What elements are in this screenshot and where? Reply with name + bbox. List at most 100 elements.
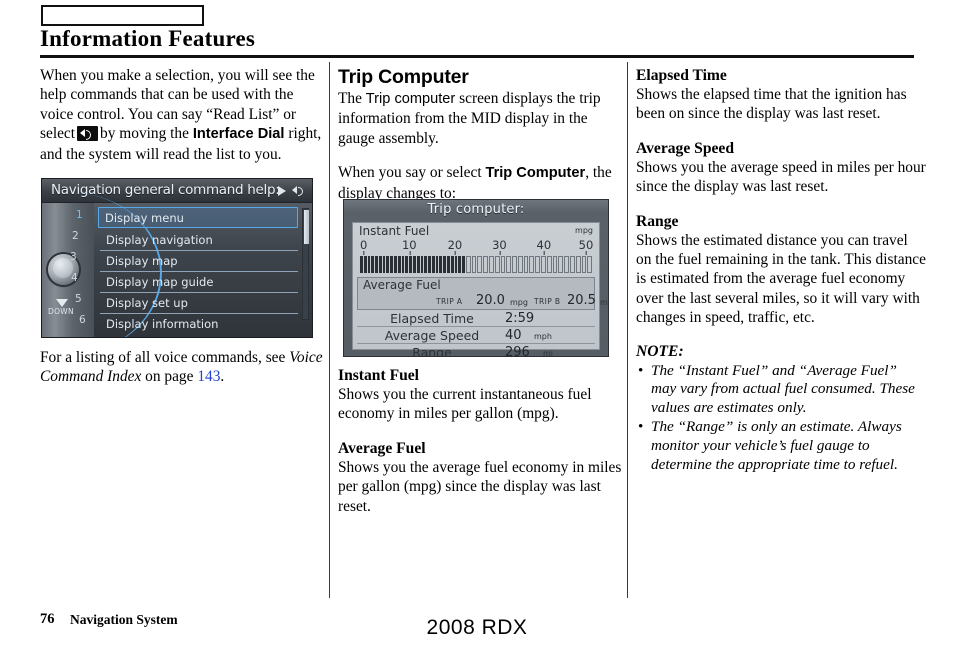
fuel-bar-segment — [435, 256, 439, 273]
fuel-bar-segment — [564, 256, 569, 273]
fuel-bar-segment — [394, 256, 397, 273]
average-speed-unit: mph — [534, 332, 552, 341]
fuel-bar-segment — [386, 256, 390, 273]
average-speed-row: Average Speed 40 mph — [357, 328, 595, 344]
fuel-bar-segment — [412, 256, 416, 273]
average-speed-label: Average Speed — [384, 328, 480, 343]
fuel-bar-segment — [363, 256, 367, 273]
trip-b-label: TRIP B — [534, 297, 561, 306]
fuel-bar-segment — [431, 256, 435, 273]
axis-tick-30: 30 — [492, 238, 507, 255]
header-tab-box — [41, 5, 204, 26]
fuel-bar-segment — [552, 256, 558, 273]
nav-screen-number-column: 1 2 3 4 5 6 — [42, 203, 94, 337]
note-list-item: The “Instant Fuel” and “Average Fuel” ma… — [636, 362, 926, 418]
tc-p2-part1: When you say or select — [338, 164, 482, 182]
fuel-bar-segment — [477, 256, 483, 273]
fuel-bar-segment — [546, 256, 552, 273]
instant-fuel-label: Instant Fuel — [359, 224, 430, 238]
tc-p1-sans: Trip computer — [365, 91, 456, 107]
trip-b-unit: mpg — [600, 298, 608, 307]
fuel-bar-segment — [458, 256, 462, 273]
speaker-icon — [77, 126, 99, 142]
fuel-bar-segment — [397, 256, 401, 273]
fuel-bar-segment — [416, 256, 420, 273]
instant-fuel-bar-gauge — [360, 256, 593, 273]
instant-fuel-section-heading: Instant Fuel — [338, 367, 420, 384]
range-value: 296 — [505, 345, 530, 357]
intro-paragraph: When you make a selection, you will see … — [40, 66, 330, 164]
fuel-bar-segment — [401, 256, 405, 273]
trip-computer-paragraph-2: When you say or select Trip Computer, th… — [338, 163, 628, 203]
fuel-bar-segment — [424, 256, 428, 273]
range-label: Range — [412, 345, 452, 357]
fuel-bar-segment — [535, 256, 541, 273]
page-title: Information Features — [40, 26, 256, 51]
trip-computer-paragraph-1: The Trip computer screen displays the tr… — [338, 89, 628, 148]
fuel-bar-segment — [587, 256, 593, 273]
nav-list-item-display-set-up[interactable]: Display set up — [100, 293, 298, 314]
fuel-bar-segment — [506, 256, 512, 273]
interface-dial-label: Interface Dial — [192, 126, 285, 143]
fuel-bar-segment — [512, 256, 517, 273]
fuel-bar-segment — [428, 256, 431, 273]
average-speed-section-heading: Average Speed — [636, 139, 735, 157]
fuel-bar-segment — [517, 256, 523, 273]
fuel-bar-segment — [462, 256, 465, 273]
range-section-heading: Range — [636, 212, 679, 230]
elapsed-time-section-heading: Elapsed Time — [636, 67, 727, 84]
footnote-text-part2: on page — [145, 368, 194, 386]
average-speed-section-body: Shows you the average speed in miles per… — [636, 158, 926, 196]
average-fuel-box: Average Fuel TRIP A 20.0 mpg TRIP B 20.5… — [357, 277, 608, 310]
nav-list-item-display-navigation[interactable]: Display navigation — [100, 230, 298, 251]
fuel-bar-segment — [443, 256, 446, 273]
average-fuel-label: Average Fuel — [363, 278, 441, 292]
instant-fuel-unit: mpg — [575, 226, 593, 235]
right-column: Elapsed Time Shows the elapsed time that… — [636, 66, 926, 474]
nav-screen-scrollbar-thumb[interactable] — [304, 210, 309, 244]
nav-list-item-display-information[interactable]: Display information — [100, 314, 298, 335]
note-heading: NOTE: — [636, 342, 684, 360]
nav-list-item-display-map-guide[interactable]: Display map guide — [100, 272, 298, 293]
play-icon — [278, 185, 286, 196]
fuel-bar-segment — [450, 256, 454, 273]
fuel-bar-segment — [483, 256, 488, 273]
footnote-period: . — [220, 368, 225, 386]
note-block: NOTE: The “Instant Fuel” and “Average Fu… — [636, 343, 926, 475]
fuel-bar-segment — [439, 256, 443, 273]
fuel-bar-segment — [465, 256, 471, 273]
page-reference-link[interactable]: 143 — [197, 368, 220, 385]
nav-list-item-display-map[interactable]: Display map — [100, 251, 298, 272]
fuel-bar-segment — [569, 256, 575, 273]
middle-column: Trip Computer The Trip computer screen d… — [338, 66, 628, 203]
nav-list-item-display-menu[interactable]: Display menu — [98, 207, 298, 228]
elapsed-time-value: 2:59 — [505, 311, 535, 326]
average-fuel-section-body: Shows you the average fuel economy in mi… — [338, 458, 622, 515]
axis-tick-10: 10 — [402, 238, 417, 255]
trip-a-value: 20.0 — [476, 293, 505, 308]
instant-fuel-axis: 0 10 20 30 40 50 — [359, 238, 593, 255]
note-list-item: The “Range” is only an estimate. Always … — [636, 418, 926, 474]
axis-tick-0: 0 — [360, 238, 367, 255]
fuel-bar-segment — [529, 256, 535, 273]
trip-a-label: TRIP A — [436, 297, 463, 306]
fuel-bar-segment — [489, 256, 494, 273]
elapsed-time-row: Elapsed Time 2:59 — [357, 311, 595, 327]
fuel-bar-segment — [575, 256, 581, 273]
nav-number-5: 5 — [75, 293, 82, 305]
fuel-bar-segment — [360, 256, 363, 273]
range-unit: mi — [543, 349, 554, 357]
nav-screen-title-icons — [278, 185, 305, 196]
nav-screen-scrollbar[interactable] — [302, 208, 309, 320]
fuel-bar-segment — [375, 256, 378, 273]
fuel-bar-segment — [367, 256, 371, 273]
axis-tick-40: 40 — [537, 238, 551, 255]
fuel-bar-segment — [420, 256, 424, 273]
tc-p2-bold: Trip Computer — [485, 165, 586, 182]
nav-number-6: 6 — [79, 314, 86, 326]
speaker-icon — [292, 185, 305, 196]
fuel-bar-segment — [405, 256, 409, 273]
fuel-bar-segment — [454, 256, 458, 273]
fuel-bar-segment — [371, 256, 375, 273]
elapsed-time-section-body: Shows the elapsed time that the ignition… — [636, 86, 907, 123]
